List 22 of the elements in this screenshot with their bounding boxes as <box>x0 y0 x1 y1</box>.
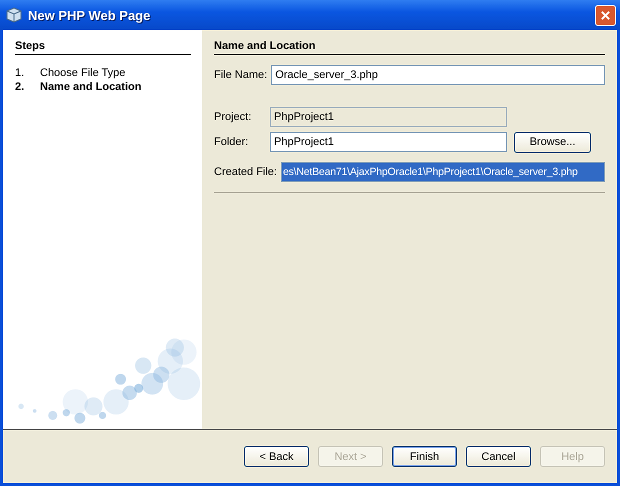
cube-icon <box>6 7 22 23</box>
text-field[interactable]: PhpProject1 <box>270 107 507 127</box>
close-icon <box>600 10 611 20</box>
browse-button[interactable]: Browse... <box>514 132 591 152</box>
field-label: Created File: <box>214 166 277 178</box>
step-label: Choose File Type <box>40 67 126 81</box>
window-title: New PHP Web Page <box>28 8 152 22</box>
close-button[interactable] <box>595 4 616 26</box>
text-field[interactable]: Oracle_server_3.php <box>271 65 605 85</box>
field-label: File Name: <box>214 69 268 81</box>
step-label: Name and Location <box>40 81 142 95</box>
text-field[interactable]: es\NetBean71\AjaxPhpOracle1\PhpProject1\Oracle_server_3.php <box>280 162 605 182</box>
step-number: 2. <box>15 81 26 95</box>
section-heading: Name and Location <box>214 40 605 55</box>
dialog-button[interactable]: Cancel <box>466 446 531 467</box>
dialog-button[interactable]: Finish <box>392 446 457 467</box>
dialog-button[interactable]: < Back <box>244 446 309 467</box>
text-field[interactable]: PhpProject1 <box>270 132 507 152</box>
field-label: Folder: <box>214 136 250 148</box>
field-label: Project: <box>214 111 252 123</box>
step-number: 1. <box>15 67 26 81</box>
steps-heading: Steps <box>15 40 191 55</box>
